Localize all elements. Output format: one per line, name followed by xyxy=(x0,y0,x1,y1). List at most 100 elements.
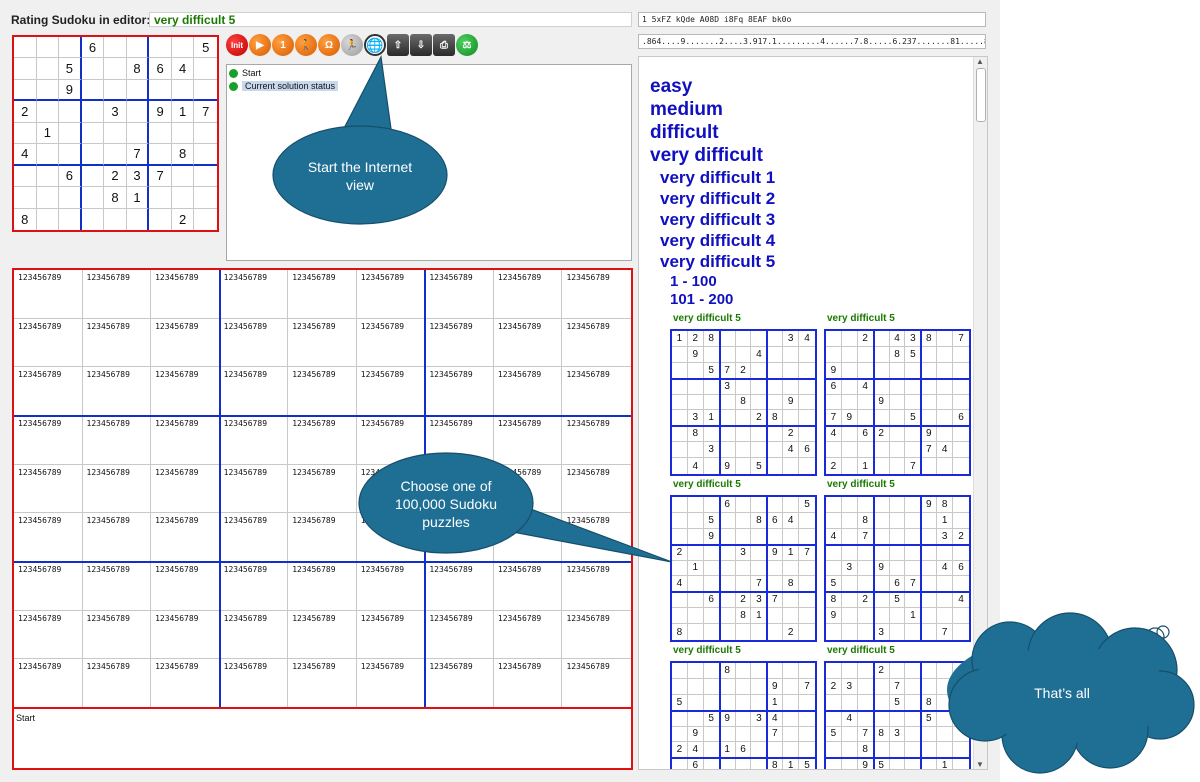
board-cell[interactable] xyxy=(194,123,217,145)
board-cell[interactable] xyxy=(104,208,127,230)
candidate-cell[interactable]: 123456789 xyxy=(356,318,426,368)
candidate-cell[interactable]: 123456789 xyxy=(14,562,83,611)
board-cell[interactable] xyxy=(14,79,37,102)
candidate-cell[interactable]: 123456789 xyxy=(82,416,152,465)
candidate-cell[interactable]: 123456789 xyxy=(82,367,152,416)
difficulty-link[interactable]: 101 - 200 xyxy=(670,291,733,308)
difficulty-link[interactable]: very difficult 2 xyxy=(660,189,775,209)
sudoku-thumbnail[interactable]: 243878596497956462974217 xyxy=(824,329,971,476)
board-cell[interactable] xyxy=(104,37,127,59)
sudoku-board[interactable]: 655864923917147862378182 xyxy=(12,35,219,232)
step-one-icon[interactable]: 1 xyxy=(272,34,294,56)
difficulty-link[interactable]: very difficult 4 xyxy=(660,231,775,251)
candidate-cell[interactable]: 123456789 xyxy=(82,659,152,708)
candidate-cell[interactable]: 123456789 xyxy=(493,367,563,416)
board-cell[interactable] xyxy=(149,122,172,145)
board-cell[interactable]: 2 xyxy=(172,208,195,230)
board-cell[interactable] xyxy=(149,79,172,102)
puzzle-browser-panel[interactable]: easy medium difficult very difficult very di… xyxy=(638,56,988,770)
candidate-cell[interactable]: 123456789 xyxy=(356,659,426,708)
board-cell[interactable] xyxy=(171,122,195,145)
board-cell[interactable] xyxy=(104,79,127,102)
board-cell[interactable] xyxy=(81,79,105,102)
board-cell[interactable] xyxy=(36,37,60,59)
candidate-cell[interactable]: 123456789 xyxy=(219,270,289,319)
board-cell[interactable] xyxy=(14,122,37,145)
board-cell[interactable]: 1 xyxy=(171,101,195,123)
board-cell[interactable]: 6 xyxy=(81,37,105,59)
candidate-cell[interactable]: 123456789 xyxy=(219,513,289,562)
board-cell[interactable]: 5 xyxy=(59,58,82,80)
board-cell[interactable]: 3 xyxy=(126,165,150,188)
candidate-cell[interactable]: 123456789 xyxy=(562,416,631,465)
board-cell[interactable] xyxy=(36,187,60,209)
candidate-cell[interactable]: 123456789 xyxy=(219,416,289,465)
board-cell[interactable]: 6 xyxy=(59,165,82,188)
board-cell[interactable]: 8 xyxy=(104,187,127,209)
board-cell[interactable] xyxy=(82,208,105,230)
board-cell[interactable]: 1 xyxy=(126,187,150,209)
board-cell[interactable]: 3 xyxy=(104,101,127,123)
board-cell[interactable] xyxy=(104,58,127,80)
board-cell[interactable]: 5 xyxy=(194,37,217,59)
board-cell[interactable]: 9 xyxy=(59,79,82,102)
candidate-cell[interactable]: 123456789 xyxy=(14,270,83,319)
puzzle-code-field[interactable]: 1 5xFZ kQde A08D i8Fq 8EAF bk0o xyxy=(638,12,986,27)
candidate-cell[interactable]: 123456789 xyxy=(14,464,83,514)
board-cell[interactable]: 2 xyxy=(104,165,127,188)
board-cell[interactable] xyxy=(171,79,195,102)
candidate-cell[interactable]: 123456789 xyxy=(219,610,289,660)
difficulty-link[interactable]: very difficult xyxy=(650,145,763,167)
sudoku-thumbnail[interactable]: 2237584557838951967 xyxy=(824,661,971,769)
board-cell[interactable] xyxy=(127,208,150,230)
sudoku-thumbnail[interactable]: 98814732394656782549137 xyxy=(824,495,971,642)
scroll-up-icon[interactable]: ▲ xyxy=(976,57,984,66)
board-cell[interactable] xyxy=(14,187,37,209)
omega-icon[interactable]: Ω xyxy=(318,34,340,56)
candidate-cell[interactable]: 123456789 xyxy=(151,367,220,416)
board-cell[interactable] xyxy=(126,79,150,102)
candidates-grid[interactable]: 123456789 123456789 123456789 123456789 1234… xyxy=(12,268,633,770)
board-cell[interactable] xyxy=(171,165,195,188)
candidate-cell[interactable]: 123456789 xyxy=(493,562,563,611)
candidate-cell[interactable]: 123456789 xyxy=(425,416,494,465)
board-cell[interactable] xyxy=(194,58,217,80)
candidate-cell[interactable]: 123456789 xyxy=(356,270,426,319)
board-cell[interactable]: 6 xyxy=(149,58,172,80)
board-cell[interactable]: 7 xyxy=(149,165,172,188)
board-cell[interactable] xyxy=(171,37,195,59)
board-cell[interactable] xyxy=(59,37,82,59)
difficulty-link[interactable]: very difficult 1 xyxy=(660,168,775,188)
board-cell[interactable] xyxy=(126,37,150,59)
board-cell[interactable] xyxy=(59,208,82,230)
candidate-cell[interactable]: 123456789 xyxy=(14,318,83,368)
candidate-cell[interactable]: 123456789 xyxy=(562,270,631,319)
candidate-cell[interactable]: 123456789 xyxy=(219,318,289,368)
board-cell[interactable] xyxy=(14,37,37,59)
candidate-cell[interactable]: 123456789 xyxy=(425,610,494,660)
board-cell[interactable] xyxy=(126,122,150,145)
board-cell[interactable] xyxy=(126,101,150,123)
candidate-cell[interactable]: 123456789 xyxy=(493,318,563,368)
puzzle-string-field[interactable]: .864....9.......2....3.917.1.........4..… xyxy=(638,34,986,49)
candidate-cell[interactable]: 123456789 xyxy=(493,659,563,708)
candidate-cell[interactable]: 123456789 xyxy=(151,270,220,319)
board-cell[interactable]: 4 xyxy=(171,58,195,80)
difficulty-link[interactable]: medium xyxy=(650,99,723,121)
status-item-current[interactable]: Current solution status xyxy=(229,81,339,91)
balance-icon[interactable]: ⚖ xyxy=(456,34,478,56)
candidate-cell[interactable]: 123456789 xyxy=(562,465,631,514)
candidate-cell[interactable]: 123456789 xyxy=(562,513,631,562)
candidate-cell[interactable]: 123456789 xyxy=(562,319,631,368)
printer-icon[interactable]: ⎙ xyxy=(433,34,455,56)
board-cell[interactable] xyxy=(81,187,105,209)
candidate-cell[interactable]: 123456789 xyxy=(82,318,152,368)
board-cell[interactable]: 8 xyxy=(14,208,37,230)
board-cell[interactable] xyxy=(149,187,172,209)
board-cell[interactable] xyxy=(37,208,60,230)
candidate-cell[interactable]: 123456789 xyxy=(562,367,631,416)
candidate-cell[interactable]: 123456789 xyxy=(82,610,152,660)
board-cell[interactable] xyxy=(81,144,105,166)
board-cell[interactable]: 2 xyxy=(14,101,37,123)
candidate-cell[interactable]: 123456789 xyxy=(356,416,426,465)
